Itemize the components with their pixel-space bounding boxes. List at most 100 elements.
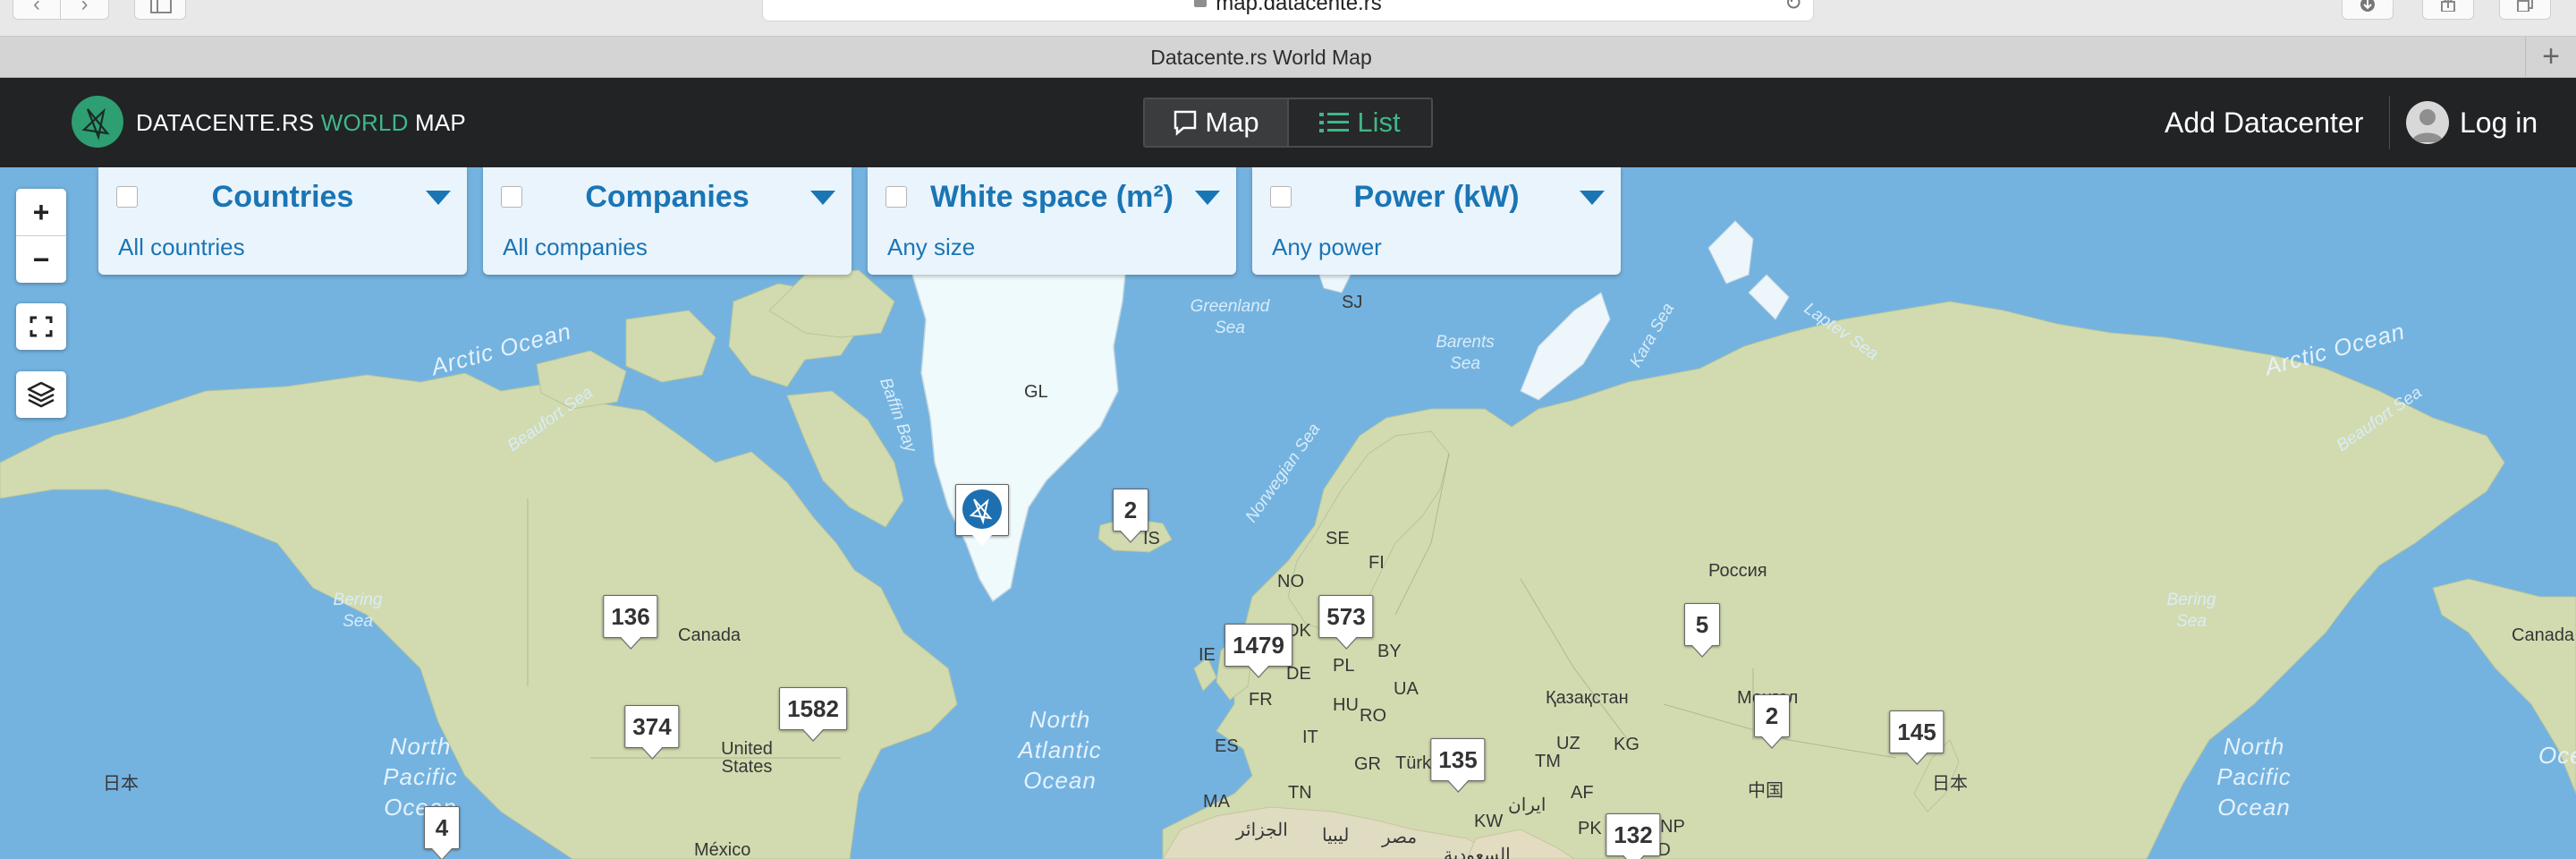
download-icon [2360, 0, 2375, 12]
address-bar[interactable]: map.datacente.rs ↻ [762, 0, 1814, 21]
white-space-filter-value[interactable]: Any size [887, 234, 975, 261]
countries-filter-checkbox[interactable] [116, 186, 138, 208]
datacenter-marker[interactable] [955, 484, 1009, 546]
history-nav: ‹ › [13, 0, 109, 20]
active-tab[interactable]: Datacente.rs World Map [0, 37, 2522, 78]
view-toggle: Map List [1143, 98, 1433, 148]
list-view-button[interactable]: List [1289, 99, 1431, 146]
datacenter-cluster-marker[interactable]: 2 [1754, 694, 1790, 749]
browser-toolbar: ‹ › map.datacente.rs ↻ [0, 0, 2576, 37]
forward-button[interactable]: › [61, 0, 109, 20]
place-label: مصر [1382, 828, 1418, 847]
datacenter-cluster-marker[interactable]: 132 [1606, 813, 1661, 859]
place-label: GR [1354, 754, 1381, 774]
chevron-down-icon[interactable] [1580, 191, 1605, 205]
white-space-filter: White space (m²) Any size [868, 167, 1236, 275]
place-label: GL [1024, 382, 1048, 402]
address-text: map.datacente.rs [1216, 0, 1382, 15]
place-label: BY [1377, 642, 1402, 661]
datacenters-logo-icon[interactable] [72, 96, 123, 148]
countries-filter-value[interactable]: All countries [118, 234, 245, 261]
place-label: 中国 [1748, 781, 1784, 801]
place-label: Türk [1395, 753, 1431, 773]
map-view-button[interactable]: Map [1145, 99, 1289, 146]
white-space-filter-title[interactable]: White space (m²) [911, 176, 1193, 217]
sea-label: Greenland Sea [1190, 297, 1270, 337]
comment-icon [1174, 110, 1197, 136]
share-button[interactable] [2422, 0, 2474, 20]
datacenter-cluster-marker[interactable]: 136 [603, 595, 658, 650]
place-label: SJ [1342, 293, 1363, 312]
countries-filter-title[interactable]: Countries [141, 176, 424, 217]
layers-button[interactable] [16, 371, 66, 418]
place-label: ليبيا [1322, 826, 1350, 846]
place-label: الجزائر [1236, 821, 1288, 840]
place-label: United States [721, 739, 773, 777]
sea-label: Bering Sea [333, 591, 383, 631]
fullscreen-button[interactable] [16, 303, 66, 350]
place-label: TM [1535, 752, 1561, 771]
white-space-filter-checkbox[interactable] [886, 186, 907, 208]
place-label: HU [1333, 695, 1359, 715]
tabs-overview-button[interactable] [2499, 0, 2551, 20]
companies-filter-checkbox[interactable] [501, 186, 522, 208]
place-label: México [694, 840, 751, 859]
place-label: NO [1277, 572, 1304, 591]
datacenter-cluster-marker[interactable]: 5 [1684, 603, 1720, 658]
place-label: PK [1578, 819, 1602, 838]
datacenter-cluster-marker[interactable]: 2 [1113, 489, 1148, 543]
place-label: IS [1143, 529, 1160, 549]
datacenter-cluster-marker[interactable]: 145 [1889, 710, 1945, 765]
zoom-out-button[interactable]: − [16, 236, 66, 283]
chevron-down-icon[interactable] [426, 191, 451, 205]
place-label: TN [1288, 783, 1312, 803]
place-label: 日本 [1932, 774, 1968, 794]
place-label: FI [1368, 553, 1385, 573]
datacenter-cluster-marker[interactable]: 4 [424, 806, 460, 859]
place-label: Қазақстан [1546, 688, 1629, 708]
add-datacenter-link[interactable]: Add Datacenter [2165, 78, 2363, 167]
share-icon [2441, 0, 2455, 12]
datacenter-cluster-marker[interactable]: 135 [1430, 738, 1486, 793]
header-divider [2389, 96, 2390, 149]
world-map[interactable]: Arctic Ocean Arctic Ocean North Atlantic… [0, 167, 2576, 859]
place-label: FR [1249, 690, 1273, 710]
companies-filter-title[interactable]: Companies [526, 176, 809, 217]
downloads-button[interactable] [2342, 0, 2394, 20]
sidebar-icon [150, 0, 172, 13]
datacenter-cluster-marker[interactable]: 1582 [779, 687, 847, 742]
power-filter-title[interactable]: Power (kW) [1295, 176, 1578, 217]
power-filter: Power (kW) Any power [1252, 167, 1621, 275]
sea-label: Barents Sea [1436, 333, 1495, 373]
place-label: Canada [2512, 625, 2575, 645]
power-filter-value[interactable]: Any power [1272, 234, 1382, 261]
place-label: SE [1326, 529, 1350, 549]
sidebar-toggle-button[interactable] [134, 0, 186, 20]
place-label: ایران [1508, 795, 1546, 815]
ocean-label: North Pacific Ocean [2216, 733, 2292, 821]
zoom-in-button[interactable]: + [16, 189, 66, 236]
sea-label: Bering Sea [2166, 591, 2216, 631]
chevron-down-icon[interactable] [1195, 191, 1220, 205]
place-label: Canada [678, 625, 741, 645]
power-filter-checkbox[interactable] [1270, 186, 1292, 208]
place-label: MA [1203, 792, 1230, 812]
datacenter-cluster-marker[interactable]: 573 [1318, 595, 1374, 650]
reload-icon[interactable]: ↻ [1784, 0, 1802, 17]
login-link[interactable]: Log in [2460, 78, 2538, 167]
lock-icon [1194, 0, 1208, 7]
new-tab-button[interactable]: + [2525, 37, 2576, 78]
chevron-down-icon[interactable] [810, 191, 835, 205]
datacenter-cluster-marker[interactable]: 1479 [1224, 624, 1292, 678]
datacenter-cluster-marker[interactable]: 374 [624, 705, 680, 760]
place-label: KG [1614, 735, 1640, 754]
list-icon [1319, 113, 1350, 132]
back-button[interactable]: ‹ [13, 0, 61, 20]
brand-title[interactable]: DATACENTE.RS WORLD MAP [136, 78, 466, 167]
user-avatar-icon[interactable] [2406, 101, 2449, 144]
ocean-label: North Atlantic Ocean [1018, 706, 1102, 794]
companies-filter-value[interactable]: All companies [503, 234, 648, 261]
place-label: PL [1333, 656, 1355, 676]
place-label: KW [1474, 812, 1504, 831]
place-label: AF [1571, 783, 1594, 803]
